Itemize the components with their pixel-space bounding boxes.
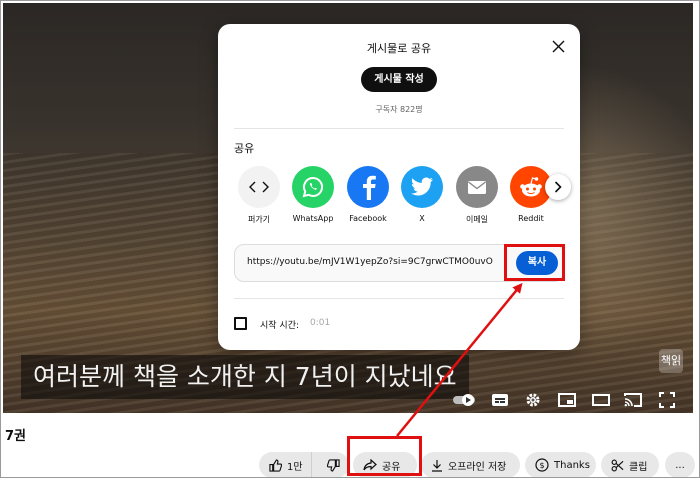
embed-icon (238, 166, 280, 208)
share-target-embed[interactable]: 퍼가기 (234, 166, 284, 226)
svg-text:$: $ (539, 461, 544, 470)
copy-button-highlight (504, 244, 565, 281)
start-time-checkbox[interactable] (234, 317, 247, 330)
share-target-label: X (419, 214, 425, 223)
whatsapp-icon (292, 166, 334, 208)
share-target-email[interactable]: 이메일 (452, 166, 502, 226)
subscriber-count: 구독자 822명 (375, 105, 423, 114)
share-dialog: 게시물로 공유 게시물 작성 구독자 822명 공유 퍼가기 WhatsApp … (218, 24, 580, 350)
offline-save-label: 오프라인 저장 (448, 461, 507, 473)
share-target-label: WhatsApp (292, 214, 334, 223)
create-post-button[interactable]: 게시물 작성 (361, 67, 437, 92)
download-icon (432, 459, 442, 472)
scissors-icon (611, 459, 624, 471)
email-icon (456, 166, 498, 208)
fullscreen-icon[interactable] (655, 389, 679, 411)
share-target-label: Reddit (518, 214, 544, 223)
share-target-facebook[interactable]: Facebook (343, 166, 393, 226)
more-actions-label: ... (675, 459, 685, 471)
autoplay-toggle-icon[interactable] (451, 389, 479, 411)
share-target-label: Facebook (349, 214, 387, 223)
close-icon (552, 40, 564, 52)
cast-icon[interactable] (621, 389, 645, 411)
dislike-button[interactable] (317, 452, 350, 477)
share-url-input[interactable]: https://youtu.be/mJV1W1yepZo?si=9C7grwCT… (247, 257, 493, 267)
share-button-highlight (347, 436, 422, 476)
miniplayer-icon[interactable] (555, 389, 579, 411)
subtitles-icon[interactable] (488, 389, 512, 411)
close-button[interactable] (549, 37, 567, 55)
share-target-label: 이메일 (465, 215, 489, 224)
clip-label: 클립 (629, 461, 648, 473)
super-thanks-icon: $ (535, 458, 549, 472)
share-target-x[interactable]: X (397, 166, 447, 226)
thumbs-down-icon (326, 458, 340, 472)
like-dislike-group: 1만 (259, 452, 350, 477)
share-target-label: 퍼가기 (247, 215, 271, 224)
offline-save-button[interactable]: 오프라인 저장 (421, 452, 520, 477)
settings-gear-icon[interactable] (521, 389, 545, 411)
like-button[interactable]: 1만 (259, 452, 312, 477)
facebook-icon (347, 166, 389, 208)
clip-button[interactable]: 클립 (601, 452, 659, 477)
more-actions-button[interactable]: ... (665, 452, 695, 477)
theater-mode-icon[interactable] (589, 389, 613, 411)
share-targets-next-button[interactable] (545, 174, 571, 200)
start-time-input[interactable]: 0:01 (310, 318, 330, 328)
dialog-divider (234, 128, 564, 129)
thumbs-up-icon (269, 458, 282, 472)
share-target-whatsapp[interactable]: WhatsApp (288, 166, 338, 226)
channel-watermark[interactable]: 책읽 (659, 349, 683, 373)
thanks-button[interactable]: $ Thanks (525, 452, 596, 477)
screenshot-frame: 여러분께 책을 소개한 지 7년이 지났네요 책읽 7권 1만 공유 오프라인 … (0, 0, 700, 478)
video-title: 7권 (5, 429, 27, 444)
twitter-bird-icon (401, 166, 443, 208)
thanks-label: Thanks (554, 459, 590, 471)
start-time-label: 시작 시간: (260, 321, 300, 331)
dialog-divider (234, 298, 564, 299)
like-count: 1만 (287, 461, 303, 473)
player-controls (3, 387, 693, 413)
share-section-label: 공유 (234, 142, 255, 155)
dialog-title: 게시물로 공유 (366, 42, 432, 55)
chevron-right-icon (554, 181, 562, 193)
